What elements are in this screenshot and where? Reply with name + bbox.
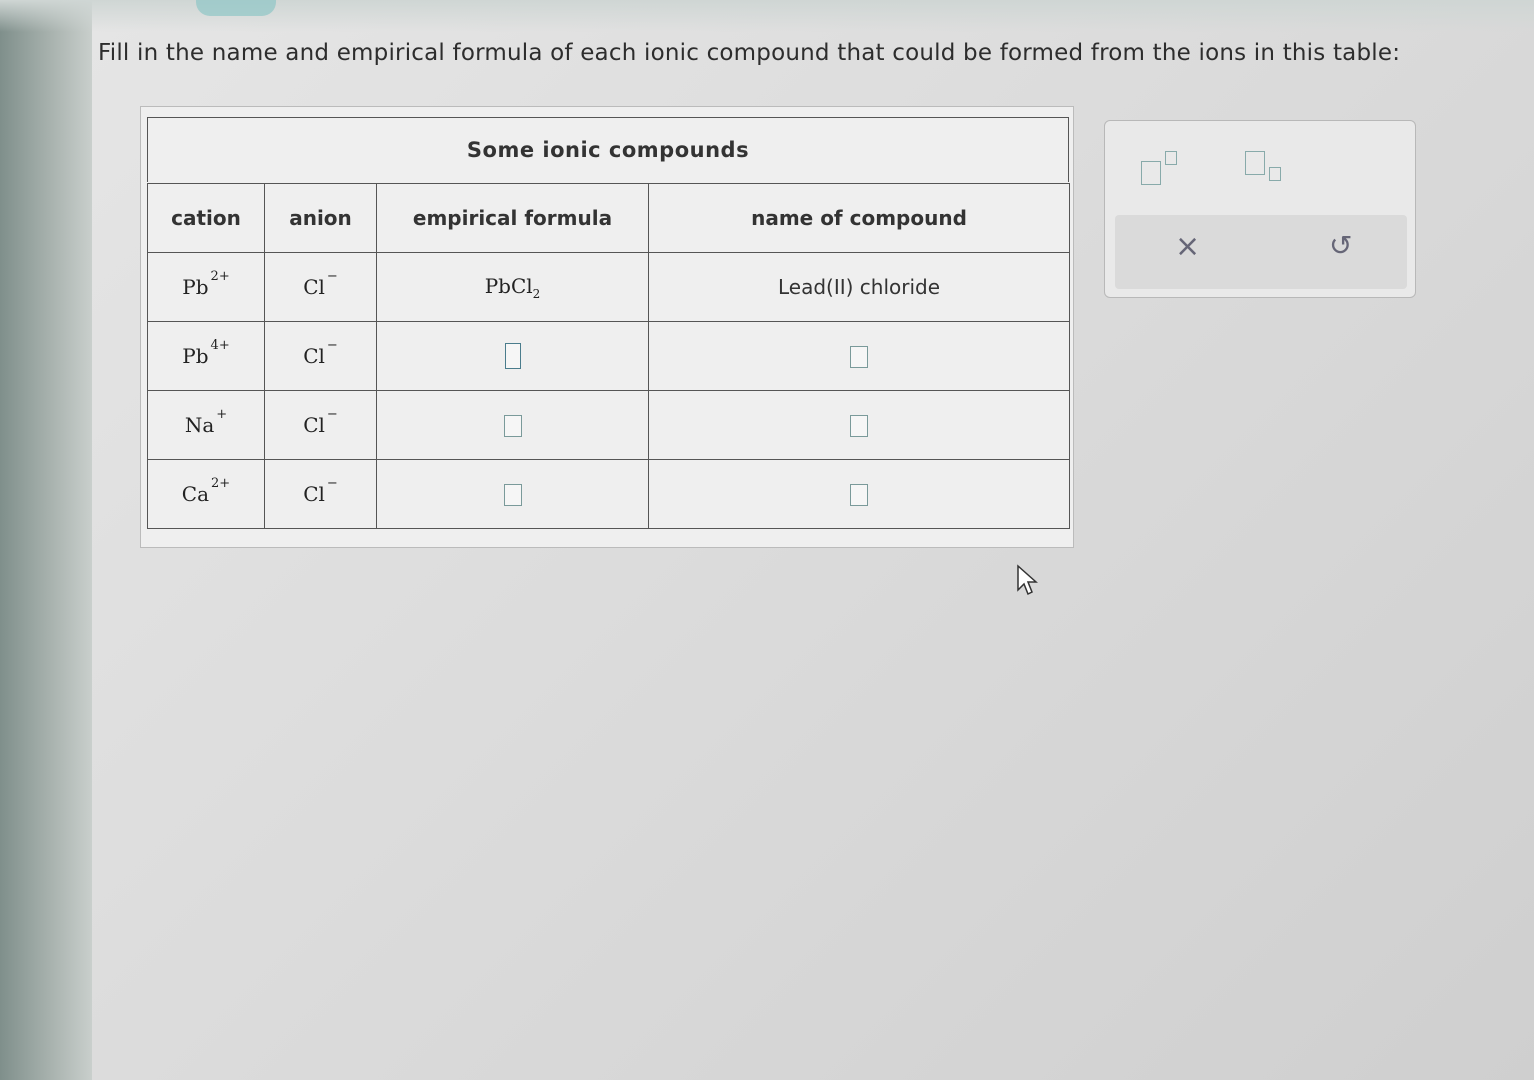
anion-symbol: Cl <box>303 482 325 506</box>
formula-input-cell <box>376 321 649 391</box>
cation-cell: Na + <box>147 390 265 460</box>
formula-input-cell <box>376 459 649 529</box>
compound-name-cell: Lead(II) chloride <box>648 252 1070 322</box>
cation-symbol: Pb <box>182 275 209 299</box>
name-input[interactable] <box>850 415 868 438</box>
anion-symbol: Cl <box>303 275 325 299</box>
formula-cell: PbCl2 <box>376 252 649 322</box>
anion-cell: Cl − <box>264 252 377 322</box>
superscript-box-icon <box>1141 161 1161 185</box>
cation-symbol: Pb <box>182 344 209 368</box>
table-row: Pb 2+ Cl − PbCl2 Lead(II) chloride <box>147 252 1070 322</box>
subscript-small-box-icon <box>1269 167 1281 181</box>
formula-input[interactable] <box>503 484 522 507</box>
cation-cell: Pb 4+ <box>147 321 265 391</box>
palette-action-bar: × ↺ <box>1115 215 1407 289</box>
ionic-compounds-table: Some ionic compounds cation anion empiri… <box>140 106 1074 548</box>
anion-charge: − <box>326 269 338 285</box>
clear-icon[interactable]: × <box>1175 229 1200 264</box>
header-anion: anion <box>264 183 377 253</box>
table-row: Na + Cl − <box>147 390 1070 460</box>
superscript-button[interactable] <box>1141 149 1181 189</box>
anion-cell: Cl − <box>264 390 377 460</box>
cation-cell: Pb 2+ <box>147 252 265 322</box>
name-input-cell <box>648 321 1070 391</box>
formula-base: PbCl <box>484 273 533 298</box>
cation-charge: 4+ <box>210 338 230 354</box>
header-row: cation anion empirical formula name of c… <box>147 183 1070 253</box>
header-name: name of compound <box>648 183 1070 253</box>
anion-charge: − <box>326 407 338 423</box>
anion-cell: Cl − <box>264 459 377 529</box>
anion-symbol: Cl <box>303 344 325 368</box>
ions-table: cation anion empirical formula name of c… <box>147 183 1070 529</box>
screen-bezel <box>0 0 92 1080</box>
anion-symbol: Cl <box>303 413 325 437</box>
cation-charge: 2+ <box>211 476 231 492</box>
name-input-cell <box>648 390 1070 460</box>
table-row: Ca 2+ Cl − <box>147 459 1070 529</box>
header-cation: cation <box>147 183 265 253</box>
superscript-small-box-icon <box>1165 151 1177 165</box>
anion-charge: − <box>326 338 338 354</box>
anion-charge: − <box>326 476 338 492</box>
mouse-cursor-icon <box>1017 564 1038 596</box>
cation-charge: 2+ <box>210 269 230 285</box>
anion-cell: Cl − <box>264 321 377 391</box>
top-tab[interactable] <box>196 0 276 16</box>
table-row: Pb 4+ Cl − <box>147 321 1070 391</box>
cation-cell: Ca 2+ <box>147 459 265 529</box>
question-prompt: Fill in the name and empirical formula o… <box>98 40 1401 66</box>
cation-symbol: Na <box>184 413 215 437</box>
math-palette: × ↺ <box>1104 120 1416 298</box>
header-formula: empirical formula <box>376 183 649 253</box>
name-input[interactable] <box>850 346 868 369</box>
formula-subscript: 2 <box>532 286 541 301</box>
table-title: Some ionic compounds <box>147 117 1069 182</box>
formula-input-cell <box>376 390 649 460</box>
cation-charge: + <box>216 407 228 423</box>
formula-input[interactable] <box>504 343 521 370</box>
subscript-box-icon <box>1245 151 1265 175</box>
name-input-cell <box>648 459 1070 529</box>
formula-input[interactable] <box>503 415 522 438</box>
name-input[interactable] <box>850 484 868 507</box>
undo-icon[interactable]: ↺ <box>1329 229 1352 262</box>
subscript-button[interactable] <box>1245 149 1289 189</box>
cation-symbol: Ca <box>181 482 210 506</box>
